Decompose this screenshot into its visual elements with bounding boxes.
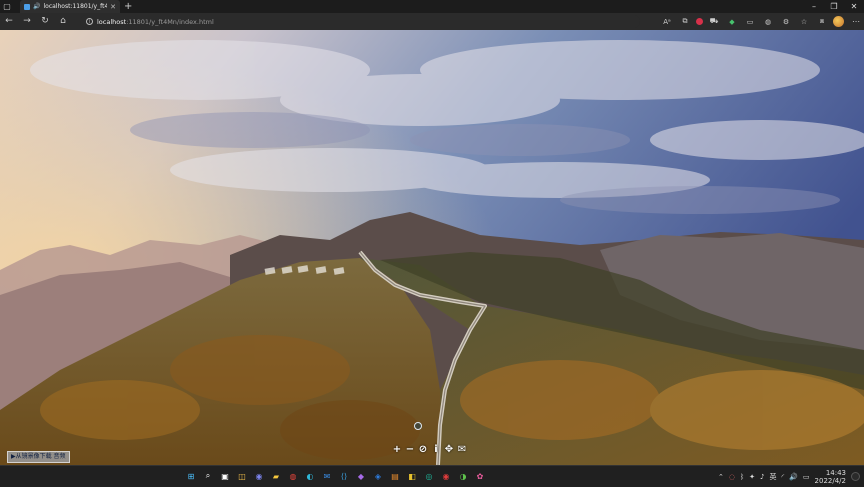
file-explorer-icon[interactable]: ▰	[269, 469, 283, 483]
mail-icon[interactable]: ✉	[320, 469, 334, 483]
info-button[interactable]: i	[431, 444, 441, 455]
edge-icon[interactable]: ◐	[303, 469, 317, 483]
forward-button[interactable]: →	[18, 13, 36, 30]
profile-icon[interactable]	[833, 16, 844, 27]
app-pink-icon[interactable]: ✿	[473, 469, 487, 483]
window-controls: – ❐ ✕	[804, 0, 864, 13]
input-language[interactable]: 英	[769, 472, 776, 482]
windows-taskbar: ⊞ ⌕ ▣ ◫ ◉ ▰ ◍ ◐ ✉ ⟨⟩ ◆ ◈ ▤ ◧ ◎ ◉ ◑ ✿ ⌃ ◌ ᛒ ✦ ♪ 英 ◜ 🔊 ▭ 14…	[0, 465, 864, 487]
back-button[interactable]: ←	[0, 13, 18, 30]
tab-icon[interactable]: ⧉	[678, 15, 692, 29]
shield-icon[interactable]: ◍	[761, 15, 775, 29]
collections-icon[interactable]: ⧈	[815, 15, 829, 29]
volume-icon[interactable]: 🔊	[789, 473, 798, 481]
address-host: localhost	[97, 17, 127, 26]
more-menu-icon[interactable]: ⋯	[852, 13, 860, 30]
fullscreen-button[interactable]: ✥	[444, 444, 454, 455]
taskbar-apps: ⊞ ⌕ ▣ ◫ ◉ ▰ ◍ ◐ ✉ ⟨⟩ ◆ ◈ ▤ ◧ ◎ ◉ ◑ ✿	[184, 469, 487, 483]
home-button[interactable]: ⌂	[54, 13, 72, 30]
window-menu-icon[interactable]: ▢	[0, 0, 14, 13]
tab-close-icon[interactable]: ✕	[110, 3, 116, 11]
app-green-icon[interactable]: ◑	[456, 469, 470, 483]
search-icon[interactable]: ⌕	[201, 469, 215, 483]
app-tray-icon[interactable]: ✦	[749, 473, 755, 481]
app-teal-icon[interactable]: ◎	[422, 469, 436, 483]
favorites-icon[interactable]: ☆	[797, 15, 811, 29]
cast-icon[interactable]: ▭	[743, 15, 757, 29]
car-icon[interactable]: ⛟	[707, 15, 721, 29]
app-red-icon[interactable]: ◉	[439, 469, 453, 483]
refresh-button[interactable]: ↻	[36, 13, 54, 30]
app-orange-icon[interactable]: ▤	[388, 469, 402, 483]
zoom-in-button[interactable]: +	[392, 444, 402, 455]
widgets-icon[interactable]: ◫	[235, 469, 249, 483]
address-bar[interactable]: i localhost:11801/y_ft4Mn/index.html	[80, 15, 640, 28]
extensions-icon[interactable]: ⚙	[779, 15, 793, 29]
toolbar-extensions: Aᵃ ⧉ ⛟ ◆ ▭ ◍ ⚙ ☆ ⧈	[660, 13, 844, 30]
extension-red-icon[interactable]	[696, 18, 703, 25]
bluetooth-icon[interactable]: ᛒ	[740, 473, 744, 481]
app-blue-icon[interactable]: ◈	[371, 469, 385, 483]
mic-icon[interactable]: ♪	[760, 473, 764, 481]
system-tray: ⌃ ◌ ᛒ ✦ ♪ 英 ◜ 🔊 ▭ 14:43 2022/4/2	[718, 468, 846, 485]
clock[interactable]: 14:43 2022/4/2	[815, 469, 846, 485]
notification-icon[interactable]	[851, 472, 860, 481]
tab-title: localhost:11801/y_ft4Mn/index.html	[43, 3, 108, 10]
chat-icon[interactable]: ◉	[252, 469, 266, 483]
chrome-icon[interactable]: ◍	[286, 469, 300, 483]
extension-green-icon[interactable]: ◆	[725, 15, 739, 29]
clock-date: 2022/4/2	[814, 476, 846, 485]
network-icon[interactable]: ◌	[729, 473, 735, 481]
zoom-out-button[interactable]: −	[405, 444, 415, 455]
browser-toolbar: ← → ↻ ⌂ i localhost:11801/y_ft4Mn/index.…	[0, 13, 864, 30]
share-button[interactable]: ✉	[457, 444, 467, 455]
close-window-button[interactable]: ✕	[844, 0, 864, 13]
maximize-button[interactable]: ❐	[824, 0, 844, 13]
new-tab-button[interactable]: +	[124, 0, 132, 13]
gyro-toggle-button[interactable]: ⊘	[418, 444, 428, 455]
vscode-icon[interactable]: ⟨⟩	[337, 469, 351, 483]
tab-strip: ▢ 🔊 localhost:11801/y_ft4Mn/index.html ✕…	[0, 0, 864, 13]
clock-time: 14:43	[825, 468, 846, 477]
address-url[interactable]: localhost:11801/y_ft4Mn/index.html	[97, 18, 214, 26]
windows-start-icon[interactable]: ⊞	[184, 469, 198, 483]
browser-tab-active[interactable]: 🔊 localhost:11801/y_ft4Mn/index.html ✕	[20, 0, 120, 13]
read-aloud-icon[interactable]: Aᵃ	[660, 15, 674, 29]
address-path: :11801/y_ft4Mn/index.html	[126, 17, 214, 26]
app-yellow-icon[interactable]: ◧	[405, 469, 419, 483]
task-view-icon[interactable]: ▣	[218, 469, 232, 483]
panorama-image	[0, 30, 864, 465]
panorama-hotspot[interactable]	[414, 422, 422, 430]
app-purple-icon[interactable]: ◆	[354, 469, 368, 483]
minimize-button[interactable]: –	[804, 0, 824, 13]
viewer-controls: + − ⊘ i ✥ ✉	[392, 444, 467, 455]
battery-icon[interactable]: ▭	[803, 473, 810, 481]
wifi-icon[interactable]: ◜	[781, 473, 784, 481]
site-info-icon[interactable]: i	[86, 18, 93, 25]
tray-overflow-icon[interactable]: ⌃	[718, 473, 724, 481]
favicon-icon	[24, 3, 30, 10]
panorama-viewer[interactable]	[0, 30, 864, 465]
credit-label[interactable]: ▶从镜景像下载 音频	[7, 451, 70, 463]
speaker-icon[interactable]: 🔊	[33, 3, 40, 10]
